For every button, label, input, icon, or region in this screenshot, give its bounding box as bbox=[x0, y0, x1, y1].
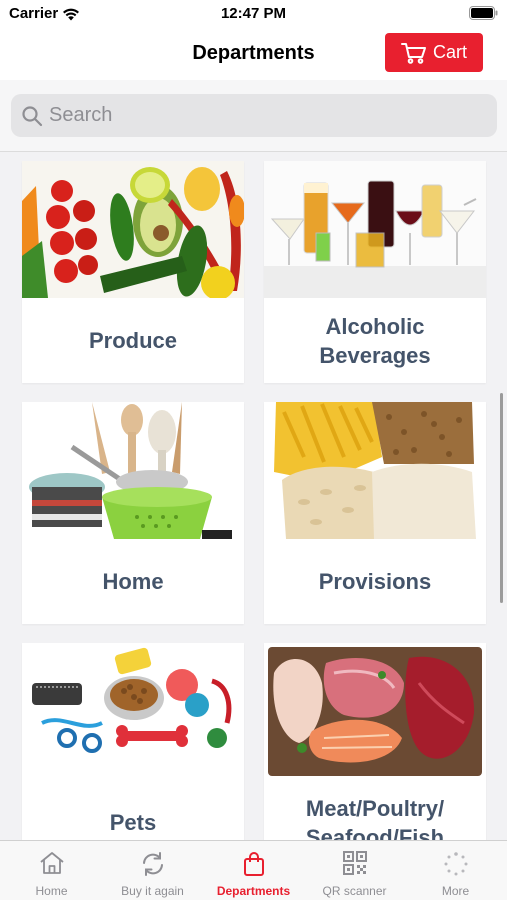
tab-departments[interactable]: Departments bbox=[203, 841, 304, 900]
tab-label: Departments bbox=[216, 884, 291, 898]
departments-grid: Produce Alcoholic Beverages Home Provisi… bbox=[0, 153, 507, 840]
alcoholic-beverages-image bbox=[264, 161, 486, 298]
tab-bar: Home Buy it again Departments QR scanner… bbox=[0, 840, 507, 900]
refresh-icon bbox=[102, 851, 203, 877]
tab-label: QR scanner bbox=[322, 884, 387, 898]
navigation-bar: Departments Cart bbox=[0, 30, 507, 80]
department-card-home[interactable]: Home bbox=[22, 402, 244, 624]
provisions-image bbox=[264, 402, 486, 539]
house-icon bbox=[1, 851, 102, 877]
department-card-pets[interactable]: Pets bbox=[22, 643, 244, 840]
home-image bbox=[22, 402, 244, 539]
search-icon bbox=[21, 105, 43, 127]
department-card-produce[interactable]: Produce bbox=[22, 161, 244, 383]
tab-label: More bbox=[441, 884, 470, 898]
department-label: Produce bbox=[88, 328, 178, 353]
cart-icon bbox=[400, 42, 427, 64]
tab-qr-scanner[interactable]: QR scanner bbox=[304, 841, 405, 900]
tab-label: Home bbox=[35, 884, 68, 898]
battery-icon bbox=[469, 6, 499, 25]
cart-label: Cart bbox=[432, 42, 467, 62]
loading-spinner-icon bbox=[405, 851, 506, 877]
department-label: Pets bbox=[109, 810, 157, 835]
department-card-meat-poultry-seafood-fish[interactable]: Meat/Poultry/ Seafood/Fish bbox=[264, 643, 486, 840]
produce-image bbox=[22, 161, 244, 298]
department-card-alcoholic-beverages[interactable]: Alcoholic Beverages bbox=[264, 161, 486, 383]
department-label: Meat/Poultry/ Seafood/Fish bbox=[305, 795, 445, 841]
pets-image bbox=[22, 643, 244, 780]
tab-more[interactable]: More bbox=[405, 841, 506, 900]
department-label: Provisions bbox=[318, 569, 432, 594]
clock: 12:47 PM bbox=[220, 5, 287, 22]
cart-button[interactable]: Cart bbox=[385, 33, 483, 72]
qr-code-icon bbox=[304, 851, 405, 877]
shopping-bag-icon bbox=[203, 851, 304, 877]
department-label: Home bbox=[102, 569, 164, 594]
tab-label: Buy it again bbox=[121, 884, 184, 898]
scroll-indicator[interactable] bbox=[500, 393, 503, 603]
search-bar[interactable] bbox=[11, 94, 497, 137]
meat-poultry-seafood-fish-image bbox=[264, 643, 486, 780]
status-bar: Carrier 12:47 PM bbox=[0, 0, 507, 30]
department-label: Alcoholic Beverages bbox=[319, 313, 431, 368]
tab-home[interactable]: Home bbox=[1, 841, 102, 900]
search-area bbox=[0, 80, 507, 152]
search-input[interactable] bbox=[49, 104, 469, 127]
department-card-provisions[interactable]: Provisions bbox=[264, 402, 486, 624]
tab-buy-it-again[interactable]: Buy it again bbox=[102, 841, 203, 900]
